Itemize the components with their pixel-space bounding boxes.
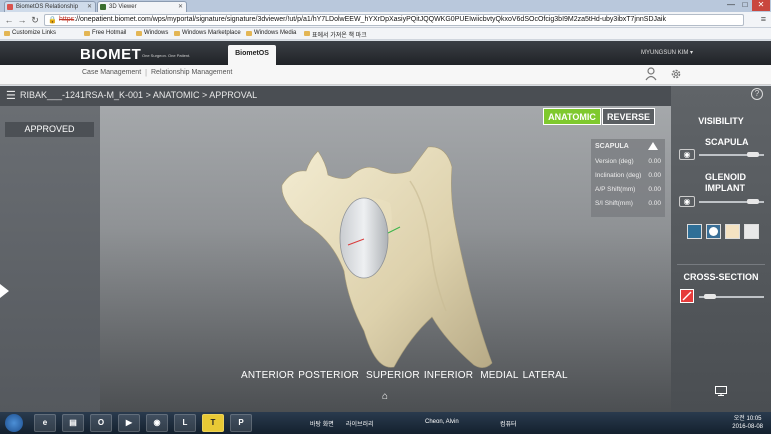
scapula-info-panel: SCAPULA Version (deg) 0.00 Inclination (d… bbox=[591, 139, 665, 217]
scapula-3d-model[interactable] bbox=[260, 141, 520, 371]
gear-icon[interactable] bbox=[670, 67, 682, 81]
view-anterior[interactable]: ANTERIOR bbox=[241, 370, 294, 381]
scapula-label: SCAPULA bbox=[705, 137, 749, 147]
ie-icon[interactable]: e bbox=[34, 414, 56, 432]
windows-taskbar: e ▤ O ▶ ◉ L T P 바탕 화면 라이브러리 Cheon, Alvin… bbox=[0, 412, 771, 434]
viewer-icon bbox=[100, 4, 106, 10]
glenoid-opacity-slider[interactable] bbox=[699, 199, 764, 204]
close-icon[interactable]: ✕ bbox=[178, 3, 183, 10]
slider-thumb[interactable] bbox=[747, 152, 759, 157]
powerpoint-icon[interactable]: P bbox=[230, 414, 252, 432]
viewer-title-bar: ☰ RIBAK___-1241RSA-M_K-001 > ANATOMIC > … bbox=[0, 86, 671, 106]
desktop-label[interactable]: 바탕 화면 bbox=[310, 419, 334, 428]
close-icon[interactable]: ✕ bbox=[87, 3, 92, 10]
reload-icon[interactable]: ↻ bbox=[30, 14, 40, 26]
case-management-link[interactable]: Case Management bbox=[82, 69, 141, 76]
relationship-management-link[interactable]: Relationship Management bbox=[151, 69, 232, 76]
brand-logo: BIOMET bbox=[80, 46, 142, 63]
glenoid-label-line1: GLENOID bbox=[705, 172, 747, 182]
taskbar-item-computer[interactable]: 컴퓨터 bbox=[500, 419, 517, 428]
reverse-mode-button[interactable]: REVERSE bbox=[602, 108, 655, 125]
tab-3d-viewer[interactable]: 3D Viewer ✕ bbox=[97, 1, 187, 12]
tab-biometos[interactable]: BiometOS bbox=[228, 45, 276, 65]
texture-material-icon[interactable] bbox=[725, 224, 740, 239]
mesh-material-icon[interactable] bbox=[687, 224, 702, 239]
folder-icon bbox=[4, 31, 10, 36]
hamburger-menu-icon[interactable]: ☰ bbox=[6, 89, 16, 102]
sub-navigation: Case Management | Relationship Managemen… bbox=[0, 65, 771, 85]
bookmark-item[interactable]: Windows Media bbox=[246, 30, 296, 36]
folder-icon bbox=[304, 31, 310, 36]
breadcrumb: RIBAK___-1241RSA-M_K-001 > ANATOMIC > AP… bbox=[20, 90, 258, 100]
person-icon[interactable] bbox=[645, 67, 657, 81]
slider-thumb[interactable] bbox=[747, 199, 759, 204]
anatomic-mode-button[interactable]: ANATOMIC bbox=[543, 108, 601, 125]
left-panel: APPROVED bbox=[0, 106, 100, 412]
app-header: BIOMET One Surgeon. One Patient. BiometO… bbox=[0, 41, 771, 65]
visibility-heading: VISIBILITY bbox=[698, 116, 744, 126]
cross-section-slider[interactable] bbox=[699, 294, 764, 299]
taskbar-item-library[interactable]: 라이브러리 bbox=[346, 419, 374, 428]
minimize-button[interactable]: — bbox=[724, 0, 738, 11]
address-bar-row: ← → ↻ 🔒 https://onepatient.biomet.com/wp… bbox=[0, 12, 771, 28]
bookmark-item[interactable]: Windows Marketplace bbox=[174, 30, 241, 36]
solid-white-material-icon[interactable] bbox=[706, 224, 721, 239]
maximize-button[interactable]: □ bbox=[738, 0, 752, 11]
lync-icon[interactable]: L bbox=[174, 414, 196, 432]
system-clock[interactable]: 오전 10:05 2016-08-08 bbox=[732, 415, 763, 431]
outlook-icon[interactable]: O bbox=[90, 414, 112, 432]
browser-tab-bar: BiometOS Relationship ✕ 3D Viewer ✕ — □ … bbox=[0, 0, 771, 12]
slider-thumb[interactable] bbox=[704, 294, 716, 299]
cross-section-toggle[interactable] bbox=[680, 289, 694, 303]
bookmarks-bar: Customize Links Free Hotmail Windows Win… bbox=[0, 28, 771, 40]
nav-divider: | bbox=[145, 68, 148, 77]
start-button[interactable] bbox=[5, 414, 23, 432]
expand-arrow-icon[interactable] bbox=[0, 284, 9, 298]
view-medial[interactable]: MEDIAL bbox=[480, 370, 518, 381]
tab-biometos-relationship[interactable]: BiometOS Relationship ✕ bbox=[4, 1, 96, 12]
scapula-panel-title: SCAPULA bbox=[595, 143, 629, 150]
view-superior[interactable]: SUPERIOR bbox=[366, 370, 420, 381]
gmail-icon bbox=[7, 4, 13, 10]
view-inferior[interactable]: INFERIOR bbox=[424, 370, 473, 381]
menu-icon[interactable]: ≡ bbox=[761, 14, 766, 24]
forward-icon[interactable]: → bbox=[17, 14, 27, 26]
plain-material-icon[interactable] bbox=[744, 224, 759, 239]
back-icon[interactable]: ← bbox=[4, 14, 14, 26]
kakaotalk-icon[interactable]: T bbox=[202, 414, 224, 432]
view-posterior[interactable]: POSTERIOR bbox=[298, 370, 359, 381]
chrome-icon[interactable]: ◉ bbox=[146, 414, 168, 432]
collapse-icon[interactable] bbox=[648, 142, 658, 150]
bookmark-item[interactable]: Customize Links bbox=[4, 30, 56, 36]
home-icon[interactable]: ⌂ bbox=[379, 391, 391, 403]
view-labels-bar: ANTERIOR POSTERIOR SUPERIOR INFERIOR MEDIA… bbox=[241, 370, 572, 381]
scapula-opacity-slider[interactable] bbox=[699, 152, 764, 157]
folder-icon bbox=[246, 31, 252, 36]
view-lateral[interactable]: LATERAL bbox=[523, 370, 568, 381]
explorer-icon[interactable]: ▤ bbox=[62, 414, 84, 432]
eye-icon[interactable]: ◉ bbox=[679, 196, 695, 207]
panel-divider bbox=[677, 264, 765, 265]
bookmark-item[interactable]: 표에서 가져온 책 마크 bbox=[304, 30, 367, 39]
lock-icon: 🔒 bbox=[48, 17, 57, 24]
glenoid-label-line2: IMPLANT bbox=[705, 183, 745, 193]
3d-viewport[interactable]: ANATOMIC REVERSE SCAPULA Version (deg) 0.… bbox=[100, 106, 671, 412]
window-close-button[interactable]: ✕ bbox=[752, 0, 770, 11]
taskbar-item-cheon[interactable]: Cheon, Alvin bbox=[425, 419, 459, 425]
bookmark-item[interactable]: Free Hotmail bbox=[84, 30, 126, 36]
folder-icon bbox=[136, 31, 142, 36]
folder-icon bbox=[174, 31, 180, 36]
eye-icon[interactable]: ◉ bbox=[679, 149, 695, 160]
url-input[interactable]: 🔒 https://onepatient.biomet.com/wps/mypo… bbox=[44, 14, 744, 26]
bookmark-item[interactable]: Windows bbox=[136, 30, 168, 36]
cross-section-heading: CROSS-SECTION bbox=[683, 272, 759, 282]
right-panel: ? VISIBILITY SCAPULA ◉ GLENOID IMPLANT ◉… bbox=[671, 86, 771, 412]
brand-tagline: One Surgeon. One Patient. bbox=[142, 53, 191, 58]
monitor-icon[interactable] bbox=[715, 386, 727, 396]
media-icon[interactable]: ▶ bbox=[118, 414, 140, 432]
folder-icon bbox=[84, 31, 90, 36]
help-icon[interactable]: ? bbox=[751, 88, 763, 100]
approved-button[interactable]: APPROVED bbox=[5, 122, 94, 137]
user-menu[interactable]: MYUNGSUN KIM ▾ bbox=[641, 49, 693, 56]
